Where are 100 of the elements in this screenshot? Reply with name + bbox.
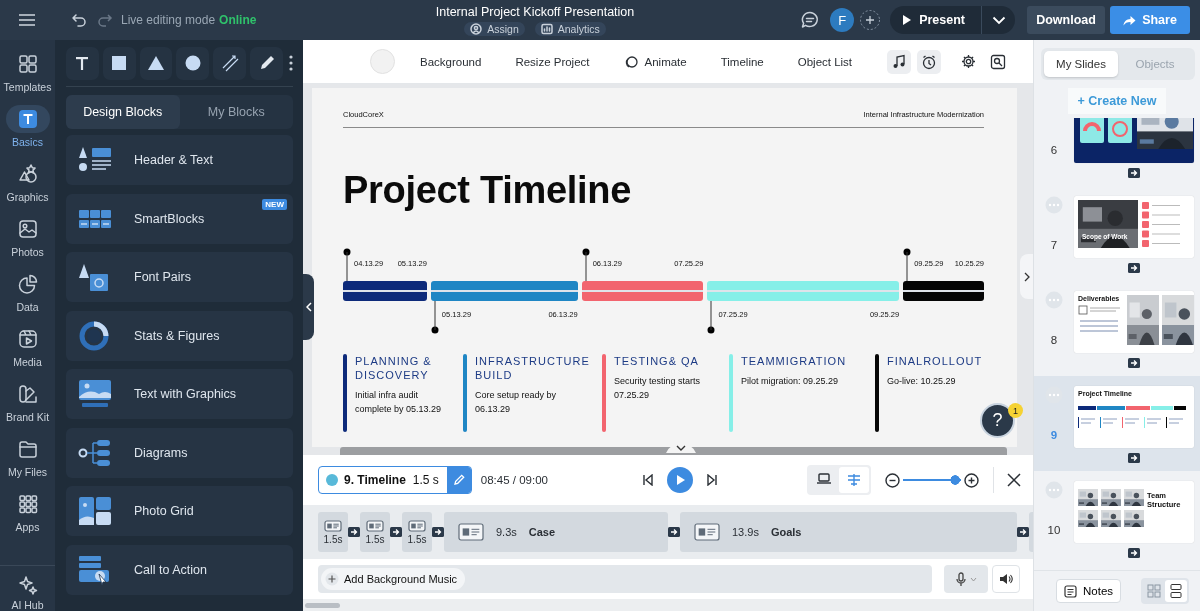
transition-icon[interactable] <box>1128 548 1140 558</box>
download-button[interactable]: Download <box>1027 6 1105 34</box>
timeline-marker <box>707 301 716 334</box>
transition-icon[interactable] <box>668 527 680 537</box>
phase-text: Pilot migration: 09.25.29 <box>741 375 840 388</box>
toolbar-item[interactable]: Timeline <box>703 55 781 68</box>
transition-icon[interactable] <box>432 527 444 537</box>
nav-item[interactable]: Apps <box>0 486 55 541</box>
transition-icon[interactable] <box>1128 358 1140 368</box>
timeline-view-icon <box>846 472 862 488</box>
slide-number: 8 <box>1050 334 1058 346</box>
new-badge: NEW <box>262 198 287 210</box>
view-toggle[interactable] <box>1165 580 1188 602</box>
block-item[interactable]: Font Pairs <box>66 252 293 302</box>
current-slide-chip[interactable]: 9. Timeline 1.5 s <box>318 466 472 494</box>
zoom-in-button[interactable] <box>964 472 979 488</box>
image-card-icon <box>78 379 112 409</box>
slide-number: 9 <box>1050 429 1058 441</box>
transition-icon[interactable] <box>348 527 360 537</box>
folder-icon <box>16 438 39 460</box>
timer-button[interactable] <box>917 49 942 74</box>
present-options-button[interactable] <box>981 6 1015 34</box>
notes-button[interactable]: Notes <box>1056 579 1122 603</box>
nav-item[interactable]: Media <box>0 321 55 376</box>
scrollbar[interactable] <box>305 602 340 608</box>
circle-icon <box>183 54 202 72</box>
header-link[interactable]: Analytics <box>534 21 606 36</box>
transition-icon[interactable] <box>1128 453 1140 463</box>
toolbar-item[interactable]: Background <box>403 55 499 68</box>
block-item[interactable]: Header & Text <box>66 135 293 185</box>
play-icon <box>676 474 686 486</box>
user-icon <box>470 22 483 35</box>
slide-title: Project Timeline <box>343 168 633 212</box>
panel-tab[interactable]: My Blocks <box>179 95 293 129</box>
nav-item[interactable]: Basics <box>0 101 55 156</box>
background-color-swatch[interactable] <box>370 49 395 74</box>
view-toggle[interactable] <box>839 467 869 493</box>
nav-item[interactable]: Photos <box>0 211 55 266</box>
block-item[interactable]: Text with Graphics <box>66 369 293 419</box>
cursor-click-icon <box>78 554 112 585</box>
nav-item[interactable]: Templates <box>0 46 55 101</box>
block-item[interactable]: SmartBlocks NEW <box>66 193 293 244</box>
undo-button[interactable] <box>71 12 87 28</box>
skip-forward-icon <box>706 474 718 486</box>
transition-icon[interactable] <box>1017 527 1029 537</box>
header-link[interactable]: Assign <box>464 21 525 36</box>
next-button[interactable] <box>706 474 718 486</box>
presentation-title: Internal Project Kickoff Presentation <box>435 4 635 19</box>
tool-button[interactable] <box>139 46 173 80</box>
close-button[interactable] <box>1006 472 1022 488</box>
slide-thumbnail[interactable] <box>1074 118 1194 163</box>
block-item[interactable]: Stats & Figures <box>66 310 293 361</box>
avatar[interactable]: F <box>830 8 855 32</box>
tool-button[interactable] <box>176 46 210 80</box>
slide-icon <box>694 523 720 541</box>
toolbar-item[interactable]: Object List <box>780 55 870 68</box>
panel-tab[interactable]: My Slides <box>1044 51 1118 77</box>
expand-panel-handle[interactable] <box>1020 254 1033 299</box>
add-collaborator-button[interactable] <box>859 9 882 31</box>
transition-icon[interactable] <box>1128 263 1140 273</box>
notes-icon <box>1064 584 1077 598</box>
screen-search-button[interactable] <box>990 53 1007 70</box>
block-item[interactable]: Call to Action <box>66 544 293 595</box>
more-button[interactable] <box>288 55 293 71</box>
grid-view-icon <box>1146 583 1163 599</box>
play-button[interactable] <box>667 467 693 493</box>
comments-button[interactable] <box>800 10 821 30</box>
phase-text: Security testing starts 07.25.29 <box>614 375 702 402</box>
nav-item[interactable]: Graphics <box>0 156 55 211</box>
tool-button[interactable] <box>102 46 136 80</box>
collapse-panel-handle[interactable] <box>303 274 314 340</box>
block-item[interactable]: Photo Grid <box>66 486 293 536</box>
microphone-dropdown[interactable] <box>944 565 988 593</box>
transition-icon[interactable] <box>1128 168 1140 178</box>
transition-icon[interactable] <box>390 527 402 537</box>
nav-item[interactable]: Data <box>0 266 55 321</box>
previous-button[interactable] <box>642 474 654 486</box>
panel-tab[interactable]: Design Blocks <box>66 95 180 129</box>
toolbar-item[interactable]: Resize Project <box>498 55 607 68</box>
block-item[interactable]: Diagrams <box>66 427 293 478</box>
tool-button[interactable] <box>66 46 99 80</box>
settings-button[interactable] <box>961 54 977 69</box>
zoom-out-button[interactable] <box>885 472 900 488</box>
nav-item[interactable]: My Files <box>0 431 55 486</box>
timeline-clip[interactable]: 9.3s Case <box>444 512 668 552</box>
timeline-clip[interactable]: 1.5s <box>360 512 390 552</box>
tool-button[interactable] <box>213 46 247 80</box>
slide-row[interactable]: 6 <box>1034 118 1200 186</box>
redo-button[interactable] <box>97 12 113 28</box>
present-button[interactable]: Present <box>890 6 981 34</box>
music-button[interactable] <box>887 49 912 74</box>
add-music-button[interactable]: Add Background Music <box>321 568 466 590</box>
timeline-clip[interactable]: 1.5s <box>402 512 432 552</box>
tool-button[interactable] <box>250 46 283 80</box>
nav-item[interactable]: Brand Kit <box>0 376 55 431</box>
video-icon <box>16 328 39 350</box>
toolbar-item[interactable]: Animate <box>606 54 704 69</box>
timeline-clip[interactable]: 13.9s Goals <box>680 512 1017 552</box>
volume-button[interactable] <box>992 565 1020 593</box>
timeline-clip[interactable]: 1.5s <box>318 512 348 552</box>
